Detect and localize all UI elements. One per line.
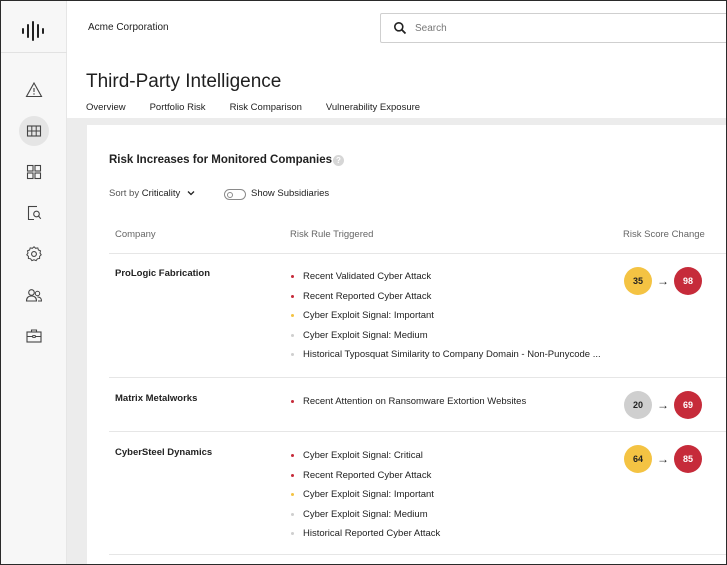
row-divider [109, 431, 726, 432]
arrow-right-icon: → [657, 452, 669, 466]
arrow-right-icon: → [657, 398, 669, 412]
row-divider [109, 554, 726, 555]
document-search-icon [27, 205, 42, 221]
organization-name[interactable]: Acme Corporation [88, 22, 169, 33]
sidebar-item-dashboards[interactable] [19, 157, 49, 187]
sort-dropdown[interactable]: Sort by Criticality [109, 188, 195, 199]
risk-rule-item: Historical Reported Cyber Attack [290, 528, 440, 548]
search-icon [394, 22, 407, 35]
column-header-score-change: Risk Score Change [623, 229, 705, 240]
arrow-right-icon: → [657, 274, 669, 288]
page-title: Third-Party Intelligence [86, 71, 282, 92]
app-window: Acme Corporation Third-Party Intelligenc… [0, 0, 727, 565]
risk-rule-item: Historical Typosquat Similarity to Compa… [290, 349, 601, 369]
risk-rule-item: Cyber Exploit Signal: Critical [290, 450, 440, 470]
score-to-badge: 69 [674, 391, 702, 419]
card-title: Risk Increases for Monitored Companies [109, 154, 333, 166]
sidebar-divider [1, 52, 67, 53]
risk-rule-item: Recent Attention on Ransomware Extortion… [290, 396, 526, 416]
risk-rule-item: Cyber Exploit Signal: Medium [290, 330, 601, 350]
risk-rule-list: Cyber Exploit Signal: Critical Recent Re… [290, 450, 440, 548]
score-from-badge: 64 [624, 445, 652, 473]
row-divider [109, 253, 726, 254]
risk-rule-item: Cyber Exploit Signal: Important [290, 489, 440, 509]
gear-icon [26, 246, 42, 262]
sidebar-item-reports[interactable] [19, 198, 49, 228]
search-input[interactable] [415, 20, 715, 36]
risk-rule-item: Recent Validated Cyber Attack [290, 271, 601, 291]
sidebar-item-alerts[interactable] [19, 75, 49, 105]
chevron-down-icon [187, 189, 195, 198]
sidebar-item-users[interactable] [19, 280, 49, 310]
score-from-badge: 35 [624, 267, 652, 295]
show-subsidiaries-label: Show Subsidiaries [251, 188, 330, 199]
logo-icon[interactable] [22, 20, 46, 42]
top-bar: Acme Corporation [67, 1, 726, 53]
risk-rule-item: Cyber Exploit Signal: Medium [290, 509, 440, 529]
risk-rule-list: Recent Attention on Ransomware Extortion… [290, 396, 526, 416]
sidebar [1, 1, 67, 564]
users-icon [25, 289, 43, 302]
risk-rule-list: Recent Validated Cyber Attack Recent Rep… [290, 271, 601, 369]
dashboard-icon [26, 164, 42, 180]
column-header-risk-rule: Risk Rule Triggered [290, 229, 374, 240]
show-subsidiaries-toggle[interactable] [224, 189, 246, 200]
row-divider [109, 377, 726, 378]
risk-rule-item: Recent Reported Cyber Attack [290, 291, 601, 311]
score-to-badge: 98 [674, 267, 702, 295]
sort-label: Sort by [109, 188, 140, 199]
sort-value: Criticality [141, 188, 181, 199]
risk-rule-item: Recent Reported Cyber Attack [290, 470, 440, 490]
score-from-badge: 20 [624, 391, 652, 419]
sidebar-item-third-party[interactable] [19, 116, 49, 146]
grid-table-icon [26, 125, 42, 137]
risk-rule-item: Cyber Exploit Signal: Important [290, 310, 601, 330]
company-name[interactable]: Matrix Metalworks [115, 393, 197, 404]
briefcase-icon [26, 329, 42, 343]
search-box[interactable] [380, 13, 726, 43]
sidebar-item-settings[interactable] [19, 239, 49, 269]
toggle-knob [227, 191, 233, 198]
sidebar-item-portfolio[interactable] [19, 321, 49, 351]
alert-triangle-icon [25, 81, 43, 98]
company-name[interactable]: ProLogic Fabrication [115, 268, 210, 279]
column-header-company: Company [115, 229, 156, 240]
help-icon[interactable]: ? [333, 155, 344, 166]
company-name[interactable]: CyberSteel Dynamics [115, 447, 212, 458]
score-to-badge: 85 [674, 445, 702, 473]
